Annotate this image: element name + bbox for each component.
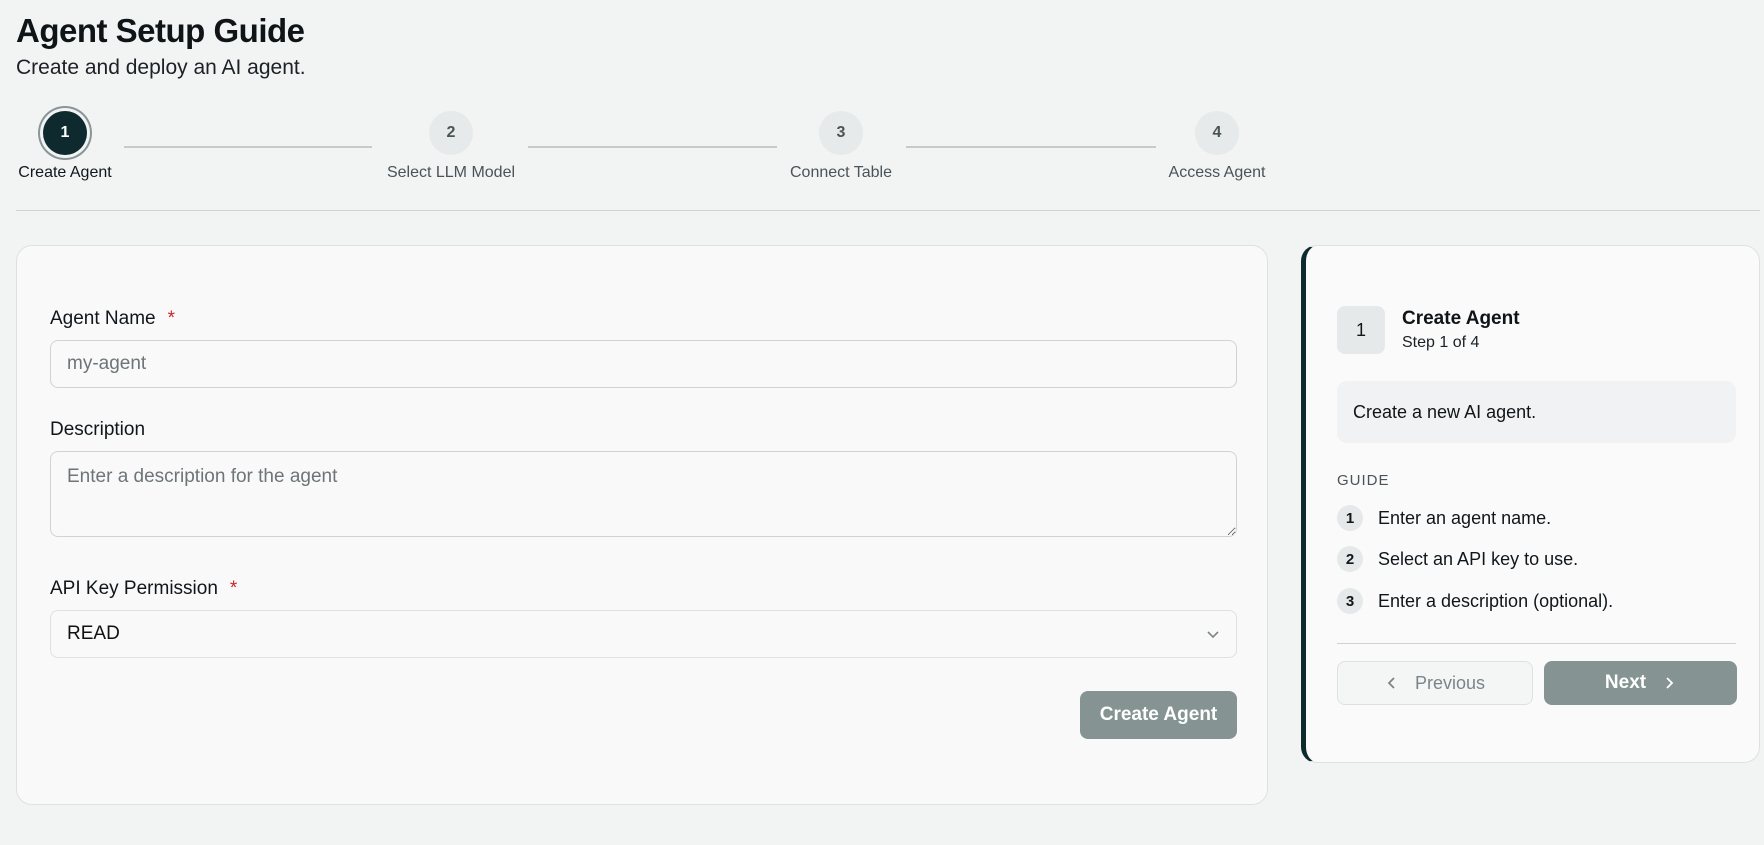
guide-item-number: 1: [1337, 505, 1363, 531]
header-divider: [16, 210, 1760, 211]
step-4-label: Access Agent: [1168, 164, 1266, 181]
guide-description-text: Create a new AI agent.: [1353, 401, 1537, 422]
step-3-circle[interactable]: 3: [819, 111, 863, 155]
step-2-circle[interactable]: 2: [429, 111, 473, 155]
step-connector: [528, 146, 777, 148]
required-marker: *: [167, 308, 176, 329]
agent-name-label: Agent Name *: [50, 308, 175, 330]
step-connector: [124, 146, 372, 148]
step-1-label: Create Agent: [18, 164, 112, 181]
step-4-circle[interactable]: 4: [1195, 111, 1239, 155]
guide-progress: Step 1 of 4: [1402, 334, 1480, 351]
guide-item-number: 2: [1337, 546, 1363, 572]
permission-selected-value: READ: [67, 623, 120, 644]
permission-label: API Key Permission *: [50, 578, 237, 600]
guide-item: 2 Select an API key to use.: [1337, 545, 1578, 573]
guide-heading: GUIDE: [1337, 472, 1390, 489]
description-label: Description: [50, 419, 146, 440]
guide-title: Create Agent: [1402, 308, 1520, 329]
chevron-left-icon: [1387, 677, 1395, 689]
step-1-circle[interactable]: 1: [43, 111, 87, 155]
create-agent-button[interactable]: Create Agent: [1080, 691, 1237, 739]
previous-button-label: Previous: [1414, 672, 1486, 693]
agent-form-card: Agent Name * Description API Key Permissi…: [16, 245, 1268, 805]
description-textarea[interactable]: [50, 451, 1237, 537]
previous-button[interactable]: Previous: [1337, 661, 1533, 705]
guide-item: 1 Enter an agent name.: [1337, 504, 1551, 532]
stepper: 1 2 3 4 Create Agent Select LLM Model Co…: [0, 0, 1764, 200]
guide-description: Create a new AI agent.: [1337, 381, 1736, 443]
agent-name-input[interactable]: [50, 340, 1237, 388]
next-button[interactable]: Next: [1544, 661, 1737, 705]
permission-select[interactable]: READ: [50, 610, 1237, 658]
guide-item-number: 3: [1337, 588, 1363, 614]
agent-name-label-text: Agent Name: [50, 308, 156, 329]
guide-step-badge: 1: [1337, 306, 1385, 354]
guide-panel: 1 Create Agent Step 1 of 4 Create a new …: [1301, 245, 1760, 763]
guide-item-text: Enter an agent name.: [1378, 507, 1552, 528]
guide-item-text: Select an API key to use.: [1378, 548, 1579, 569]
next-button-label: Next: [1604, 672, 1647, 693]
guide-item: 3 Enter a description (optional).: [1337, 587, 1613, 615]
guide-item-text: Enter a description (optional).: [1378, 590, 1614, 611]
chevron-down-icon: [1207, 631, 1219, 639]
step-2-label: Select LLM Model: [386, 164, 516, 181]
step-connector: [906, 146, 1156, 148]
permission-label-text: API Key Permission: [50, 578, 218, 599]
step-3-label: Connect Table: [790, 164, 892, 181]
chevron-right-icon: [1666, 677, 1674, 689]
guide-divider: [1337, 643, 1736, 644]
required-marker: *: [229, 578, 238, 599]
